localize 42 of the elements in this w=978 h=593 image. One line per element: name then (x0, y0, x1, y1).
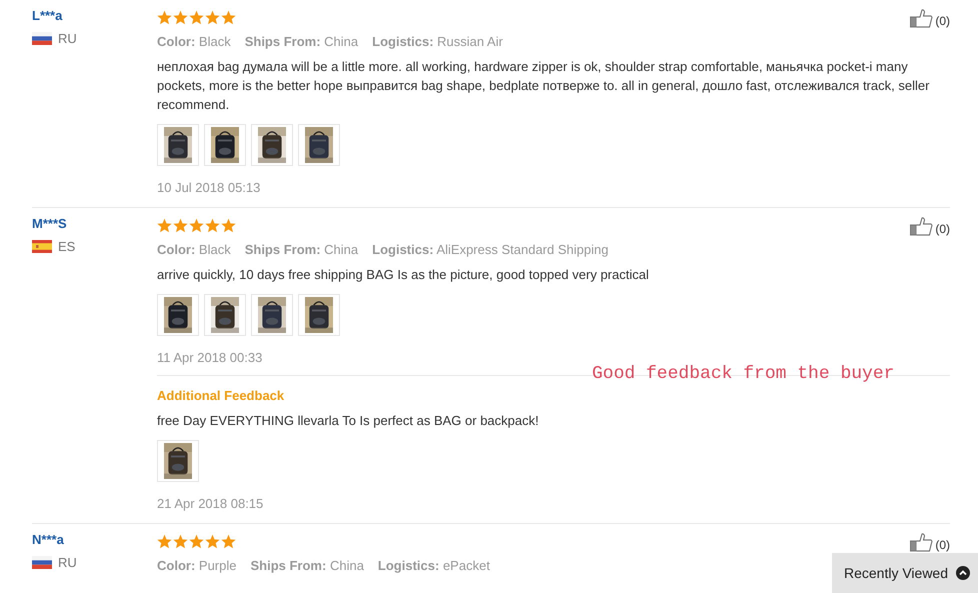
attribute-text: Logistics: AliExpress Standard Shipping (372, 242, 608, 257)
attribute-text: Color: Purple (157, 558, 236, 573)
photo-thumbnail[interactable] (251, 124, 293, 166)
review-text: arrive quickly, 10 days free shipping BAG Is as the picture, good topped very practical (157, 266, 650, 284)
recently-viewed-button[interactable]: Recently Viewed (832, 553, 978, 593)
review-date: 10 Jul 2018 05:13 (157, 180, 262, 195)
country-code: RU (58, 31, 77, 46)
reviewer-name[interactable]: L***a (32, 8, 62, 23)
like-button[interactable]: (0) (910, 8, 950, 28)
photo-thumbnail[interactable] (157, 440, 199, 482)
attribute-text: Color: Black (157, 34, 231, 49)
photo-thumbnail[interactable] (157, 124, 199, 166)
attribute-text: Ships From: China (244, 34, 358, 49)
thumbs-up-icon (910, 533, 934, 552)
reviewer-name[interactable]: M***S (32, 216, 67, 231)
photo-thumbnail[interactable] (204, 294, 246, 336)
thumbs-up-icon (910, 9, 934, 28)
annotation-text: Good feedback from the buyer (592, 364, 894, 384)
review-date: 11 Apr 2018 00:33 (157, 350, 264, 365)
like-button[interactable]: (0) (910, 532, 950, 552)
attribute-text: Ships From: China (250, 558, 364, 573)
photo-thumbnail[interactable] (298, 294, 340, 336)
spain-flag-icon (32, 240, 52, 253)
attribute-text: Logistics: Russian Air (372, 34, 503, 49)
thumbs-up-icon (910, 217, 934, 236)
russia-flag-icon (32, 32, 52, 45)
attribute-text: Color: Black (157, 242, 231, 257)
additional-feedback-heading: Additional Feedback (157, 388, 284, 403)
reviewer-name[interactable]: N***a (32, 532, 64, 547)
photo-thumbnail[interactable] (251, 294, 293, 336)
country-code: ES (58, 239, 76, 254)
photo-thumbnail[interactable] (204, 124, 246, 166)
review-text: free Day EVERYTHING llevarla To Is perfect as BAG or backpack! (157, 412, 540, 430)
country-code: RU (58, 555, 77, 570)
attribute-text: Ships From: China (244, 242, 358, 257)
photo-thumbnail[interactable] (298, 124, 340, 166)
review-date: 21 Apr 2018 08:15 (157, 496, 264, 511)
photo-thumbnail[interactable] (157, 294, 199, 336)
attribute-text: Logistics: ePacket (378, 558, 490, 573)
like-button[interactable]: (0) (910, 216, 950, 236)
review-text: неплохая bag думала will be a little more. all working, hardware zipper is ok, shoulder strap comfortable, маньячка pocket-i many pockets, more is the better hope выправится bag shape, bedplate потверже to. all in general, дошло fast, отслеживался track, seller recommend. (157, 58, 930, 114)
russia-flag-icon (32, 556, 52, 569)
